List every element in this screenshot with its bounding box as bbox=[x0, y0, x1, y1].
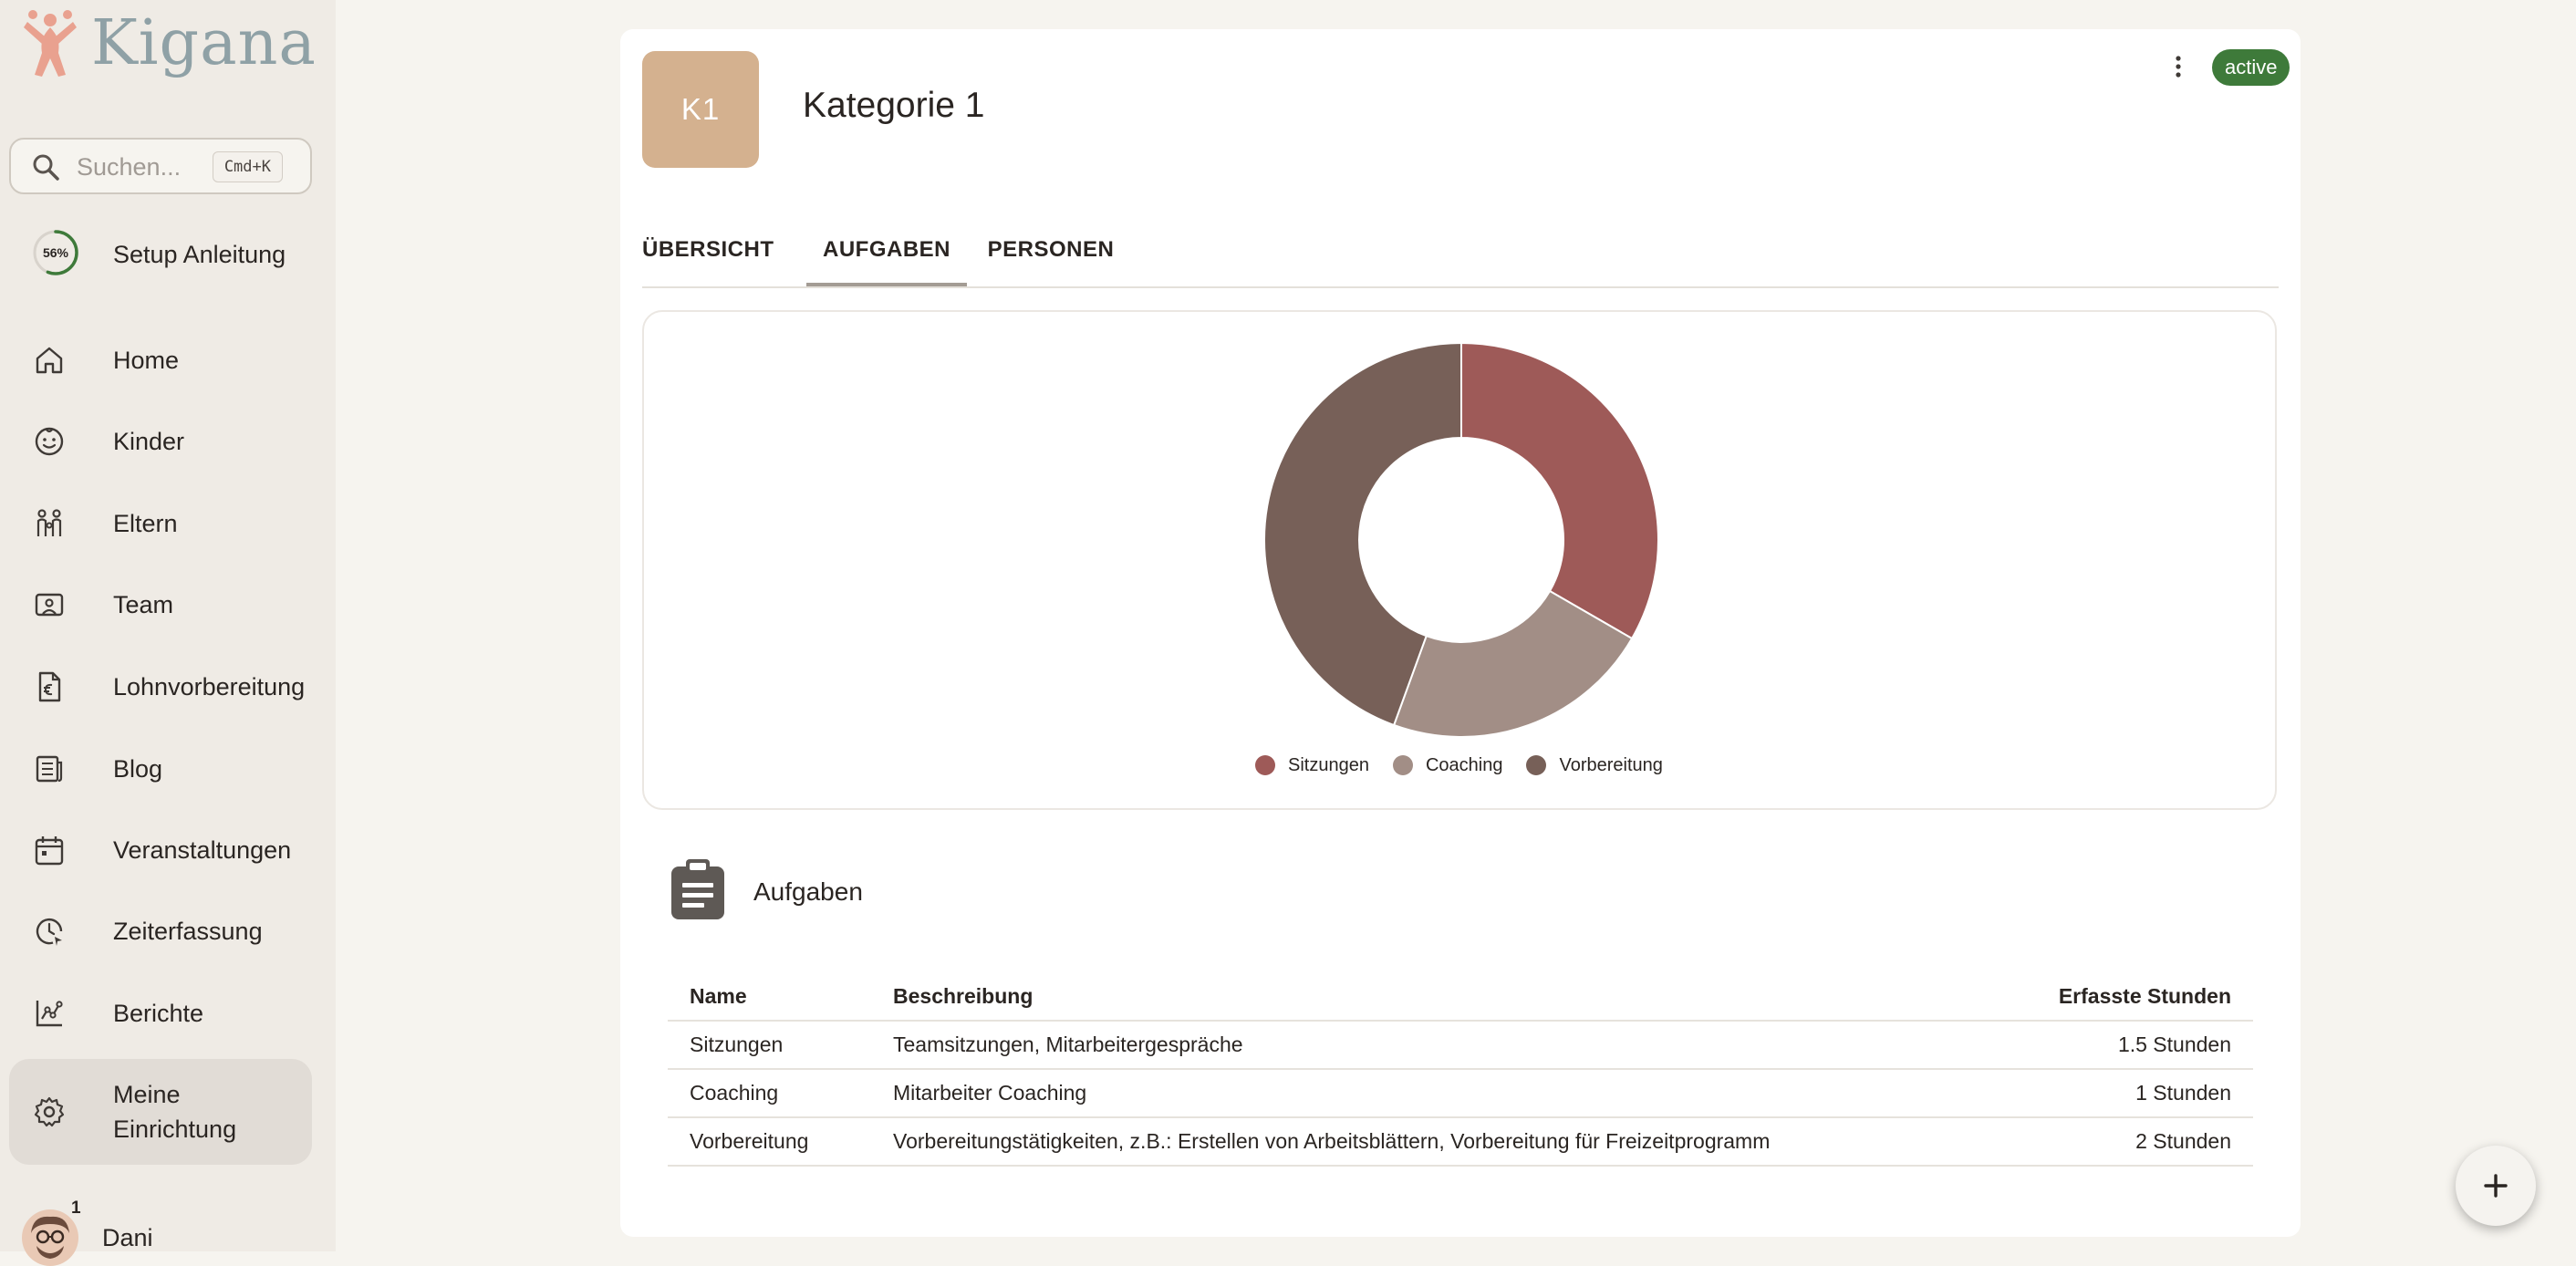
time-tracking-icon bbox=[36, 918, 63, 946]
setup-progress-text: 56% bbox=[42, 245, 69, 260]
sidebar-item-veranstaltungen[interactable]: Veranstaltungen bbox=[9, 817, 312, 883]
cell-description: Vorbereitungstätigkeiten, z.B.: Erstelle… bbox=[871, 1117, 1918, 1167]
table-row[interactable]: Vorbereitung Vorbereitungstätigkeiten, z… bbox=[668, 1117, 2253, 1167]
home-icon bbox=[36, 347, 63, 374]
user-name[interactable]: Dani bbox=[102, 1224, 153, 1252]
sidebar-item-team[interactable]: Team bbox=[9, 572, 312, 638]
sidebar-item-label: Team bbox=[113, 591, 174, 618]
tab-uebersicht[interactable]: ÜBERSICHT bbox=[642, 228, 774, 285]
sidebar-item-berichte[interactable]: Berichte bbox=[9, 981, 312, 1046]
sidebar-item-label: Blog bbox=[113, 755, 163, 783]
sidebar-item-home[interactable]: Home bbox=[9, 327, 312, 393]
reports-icon bbox=[36, 1001, 63, 1027]
plus-icon bbox=[2484, 1174, 2508, 1198]
sidebar: Kigana Cmd+K Setup Anleitung 56% Home Ki… bbox=[0, 0, 336, 1266]
sidebar-item-label: Veranstaltungen bbox=[113, 836, 292, 864]
table-header-row: Name Beschreibung Erfasste Stunden bbox=[668, 972, 2253, 1022]
cell-description: Teamsitzungen, Mitarbeitergespräche bbox=[871, 1021, 1918, 1070]
cell-name: Vorbereitung bbox=[668, 1117, 871, 1167]
cell-description: Mitarbeiter Coaching bbox=[871, 1069, 1918, 1118]
gear-icon bbox=[34, 1096, 65, 1127]
table-row[interactable]: Sitzungen Teamsitzungen, Mitarbeitergesp… bbox=[668, 1021, 2253, 1070]
blog-icon bbox=[36, 755, 63, 783]
donut-slice-sitzungen[interactable] bbox=[1460, 341, 1659, 640]
legend-label: Coaching bbox=[1425, 754, 1503, 775]
column-header-name[interactable]: Name bbox=[668, 972, 871, 1022]
legend-item-sitzungen[interactable]: Sitzungen bbox=[1255, 755, 1369, 776]
logo-text: Kigana bbox=[91, 7, 317, 79]
cell-hours: 2 Stunden bbox=[1918, 1117, 2253, 1167]
legend-swatch bbox=[1526, 755, 1547, 775]
sidebar-item-zeiterfassung[interactable]: Zeiterfassung bbox=[9, 898, 312, 964]
child-face-icon bbox=[35, 427, 64, 456]
legend-item-vorbereitung[interactable]: Vorbereitung bbox=[1526, 754, 1663, 776]
sidebar-item-label: Meine Einrichtung bbox=[113, 1081, 237, 1143]
section-title: Aufgaben bbox=[753, 877, 863, 906]
payroll-document-icon bbox=[38, 671, 61, 702]
more-options-icon[interactable] bbox=[2167, 53, 2189, 80]
legend-swatch bbox=[1255, 755, 1275, 775]
category-avatar: K1 bbox=[642, 51, 759, 168]
avatar[interactable] bbox=[22, 1209, 78, 1266]
sidebar-item-eltern[interactable]: Eltern bbox=[9, 491, 312, 556]
legend-swatch bbox=[1392, 755, 1413, 775]
search-box[interactable]: Cmd+K bbox=[9, 138, 312, 194]
cell-name: Sitzungen bbox=[668, 1021, 871, 1070]
user-face-icon bbox=[31, 1216, 69, 1259]
clipboard-icon bbox=[671, 859, 724, 919]
sidebar-item-label: Home bbox=[113, 347, 180, 374]
tab-personen[interactable]: PERSONEN bbox=[980, 228, 1122, 285]
table-row[interactable]: Coaching Mitarbeiter Coaching 1 Stunden bbox=[668, 1069, 2253, 1118]
page-title: Kategorie 1 bbox=[803, 86, 985, 125]
legend-label: Vorbereitung bbox=[1559, 754, 1663, 775]
tab-aufgaben[interactable]: AUFGABEN bbox=[806, 228, 967, 286]
chart-container bbox=[642, 310, 2277, 810]
legend-item-coaching[interactable]: Coaching bbox=[1392, 754, 1503, 776]
team-badge-icon bbox=[35, 593, 64, 617]
parents-icon bbox=[36, 509, 62, 536]
sidebar-item-label: Berichte bbox=[113, 1000, 204, 1027]
tasks-table: Name Beschreibung Erfasste Stunden Sitzu… bbox=[668, 972, 2253, 1167]
notification-badge: 1 bbox=[71, 1199, 81, 1218]
sidebar-item-lohnvorbereitung[interactable]: Lohnvorbereitung bbox=[9, 654, 312, 720]
cell-hours: 1.5 Stunden bbox=[1918, 1021, 2253, 1070]
sidebar-item-kinder[interactable]: Kinder bbox=[9, 409, 312, 474]
search-icon bbox=[33, 154, 59, 181]
sidebar-item-meine-einrichtung[interactable]: Meine Einrichtung bbox=[9, 1059, 312, 1165]
column-header-hours[interactable]: Erfasste Stunden bbox=[1918, 972, 2253, 1022]
sidebar-item-label: Kinder bbox=[113, 428, 185, 455]
search-input[interactable] bbox=[75, 140, 215, 194]
status-badge: active bbox=[2212, 49, 2290, 86]
sidebar-item-blog[interactable]: Blog bbox=[9, 736, 312, 802]
cell-hours: 1 Stunden bbox=[1918, 1069, 2253, 1118]
tab-bar: ÜBERSICHT AUFGABEN PERSONEN bbox=[642, 228, 2279, 288]
search-shortcut-hint: Cmd+K bbox=[212, 151, 283, 182]
sidebar-item-label: Lohnvorbereitung bbox=[113, 673, 306, 700]
add-button[interactable] bbox=[2456, 1146, 2536, 1226]
legend-label: Sitzungen bbox=[1288, 754, 1369, 775]
donut-chart bbox=[1263, 341, 1659, 738]
calendar-icon bbox=[35, 836, 64, 866]
column-header-description[interactable]: Beschreibung bbox=[871, 972, 1918, 1022]
sidebar-item-label: Zeiterfassung bbox=[113, 918, 263, 945]
setup-guide-label: Setup Anleitung bbox=[113, 241, 286, 268]
sidebar-item-label: Eltern bbox=[113, 510, 178, 537]
chart-legend: Sitzungen Coaching Vorbereitung bbox=[1255, 753, 1687, 777]
cell-name: Coaching bbox=[668, 1069, 871, 1118]
